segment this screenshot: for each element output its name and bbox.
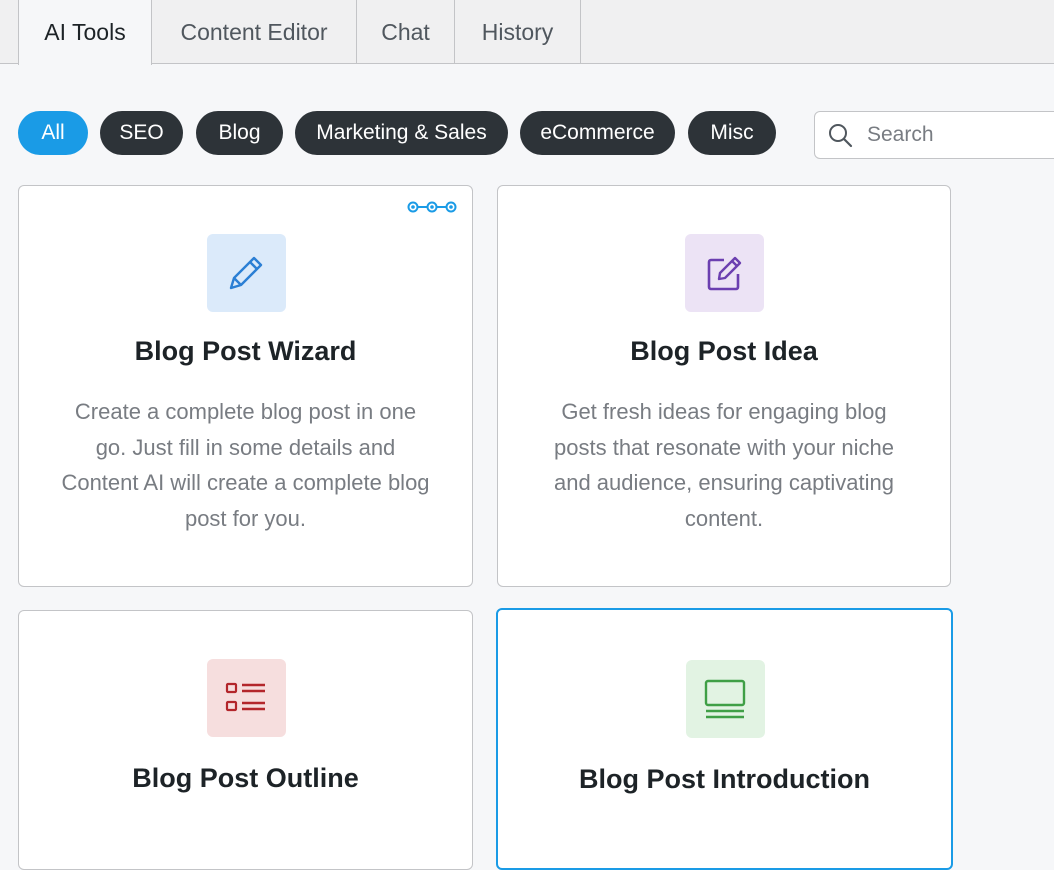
search-input[interactable] <box>865 122 1045 148</box>
tool-card-blog-post-introduction[interactable]: Blog Post Introduction <box>496 608 953 870</box>
tool-card-blog-post-outline[interactable]: Blog Post Outline <box>18 610 473 870</box>
pencil-icon <box>206 234 286 312</box>
filter-misc-button[interactable]: Misc <box>688 111 776 155</box>
edit-square-icon <box>685 234 764 312</box>
filter-blog-button[interactable]: Blog <box>196 111 283 155</box>
tool-card-blog-post-wizard[interactable]: Blog Post Wizard Create a complete blog … <box>18 185 473 587</box>
filter-ecommerce-button[interactable]: eCommerce <box>520 111 675 155</box>
tab-ai-tools[interactable]: AI Tools <box>18 0 152 65</box>
filter-all-button[interactable]: All <box>18 111 88 155</box>
list-icon <box>206 659 286 737</box>
tab-bar: AI Tools Content Editor Chat History <box>0 0 1054 65</box>
card-title: Blog Post Introduction <box>579 764 870 794</box>
filter-seo-button[interactable]: SEO <box>100 111 183 155</box>
filter-marketing-sales-button[interactable]: Marketing & Sales <box>295 111 508 155</box>
card-title: Blog Post Idea <box>630 336 818 366</box>
tab-content-editor[interactable]: Content Editor <box>152 0 357 64</box>
card-title: Blog Post Wizard <box>134 336 357 366</box>
monitor-icon <box>685 660 765 738</box>
tab-history[interactable]: History <box>455 0 581 64</box>
tab-chat[interactable]: Chat <box>357 0 455 64</box>
search-icon <box>825 120 855 150</box>
tool-card-blog-post-idea[interactable]: Blog Post Idea Get fresh ideas for engag… <box>497 185 951 587</box>
multi-step-icon <box>407 200 457 219</box>
search-box[interactable] <box>814 111 1054 159</box>
card-description: Get fresh ideas for engaging blog posts … <box>553 399 895 531</box>
card-title: Blog Post Outline <box>132 763 359 793</box>
card-description: Create a complete blog post in one go. J… <box>61 399 430 531</box>
